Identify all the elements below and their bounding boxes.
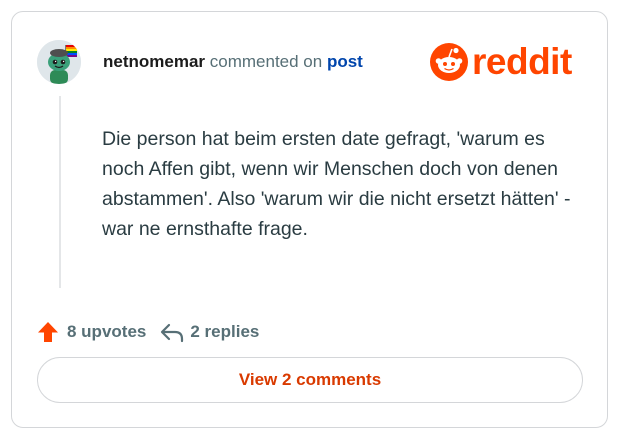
reply-arrow-icon[interactable] [160,321,184,343]
avatar[interactable] [37,40,81,84]
comment-body: Die person hat beim ersten date gefragt,… [102,128,571,240]
snoo-avatar-icon [37,40,81,84]
username-link[interactable]: netnomemar [103,52,205,71]
comment-card: netnomemar commented on post reddit Die … [11,11,608,428]
reddit-logo[interactable]: reddit [430,42,572,82]
upvote-arrow-icon[interactable] [37,321,59,343]
reddit-wordmark: reddit [472,41,572,82]
upvotes-count: 8 upvotes [67,322,147,341]
comment-stats: 8 upvotes 2 replies [37,320,259,344]
reddit-snoo-icon [430,43,468,81]
thread-line [59,96,61,288]
view-comments-button[interactable]: View 2 comments [37,357,583,403]
action-text: commented on [209,52,323,71]
post-link[interactable]: post [327,52,363,71]
comment-header: netnomemar commented on post [103,52,363,72]
replies-count[interactable]: 2 replies [190,322,259,342]
